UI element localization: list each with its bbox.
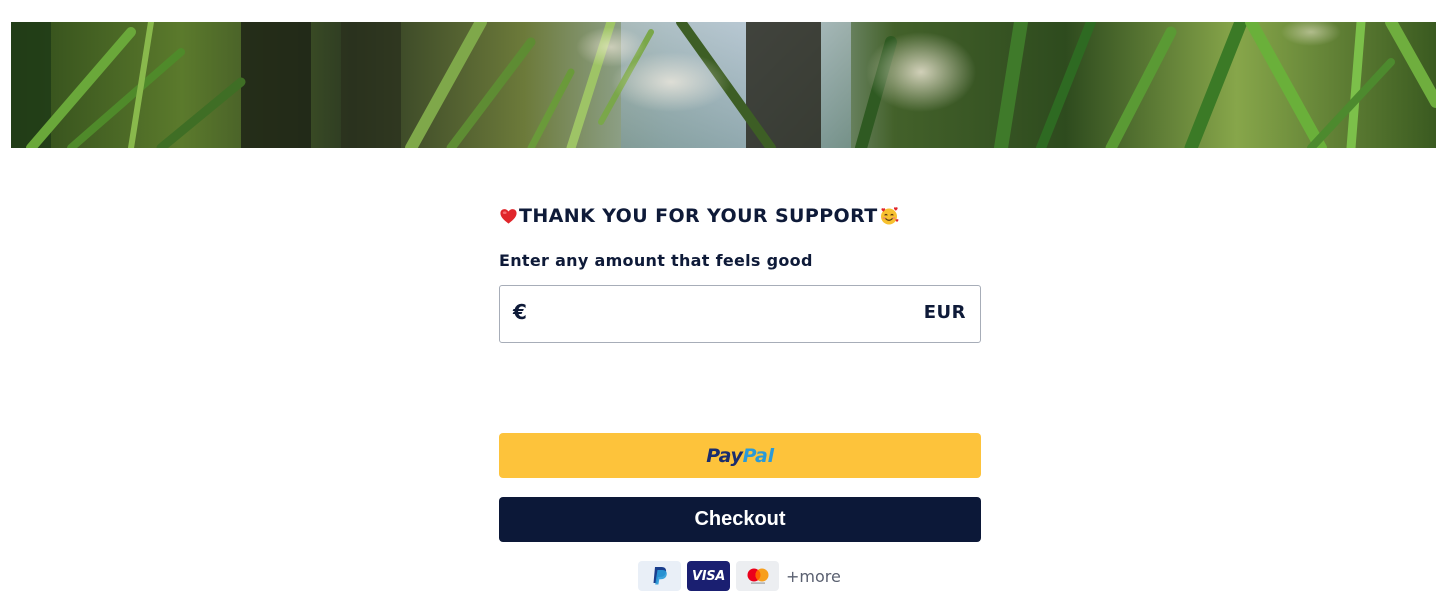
support-headline-text: THANK YOU FOR YOUR SUPPORT — [519, 205, 878, 227]
paypal-logo-pal: Pal — [742, 444, 774, 467]
smiling-face-with-hearts-icon — [880, 207, 899, 225]
mastercard-icon — [736, 561, 779, 591]
paypal-p-mark — [653, 567, 667, 585]
visa-icon: VISA — [687, 561, 730, 591]
paypal-icon — [638, 561, 681, 591]
paypal-button[interactable]: PayPal — [499, 433, 981, 478]
jungle-foliage-photo — [11, 22, 1436, 148]
paypal-logo: PayPal — [706, 445, 774, 467]
checkout-button[interactable]: Checkout — [499, 497, 981, 542]
checkout-button-label: Checkout — [694, 508, 786, 530]
red-heart-icon — [500, 208, 517, 224]
payment-methods: VISA +more — [638, 561, 841, 591]
currency-code: EUR — [923, 302, 966, 323]
visa-text: VISA — [691, 568, 726, 584]
mastercard-circles — [747, 568, 768, 584]
support-headline: THANK YOU FOR YOUR SUPPORT — [499, 204, 899, 228]
header-banner-image — [11, 22, 1436, 148]
paypal-logo-pay: Pay — [706, 444, 743, 467]
amount-label: Enter any amount that feels good — [499, 251, 813, 270]
currency-symbol: € — [513, 300, 527, 324]
more-payment-methods-link[interactable]: +more — [786, 567, 841, 586]
amount-input[interactable] — [540, 294, 904, 336]
amount-field[interactable]: € EUR — [499, 285, 981, 343]
